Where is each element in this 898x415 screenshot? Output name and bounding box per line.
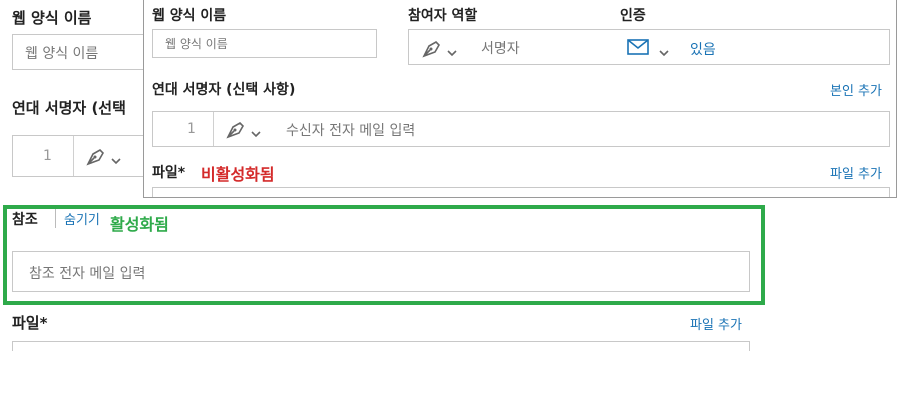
participant-role-value: 서명자 bbox=[481, 41, 520, 57]
file-disabled-annotation: 비활성화됨 bbox=[201, 165, 275, 184]
file-drop-area[interactable] bbox=[12, 341, 750, 351]
web-form-name-input[interactable]: 웹 양식 이름 bbox=[152, 29, 377, 58]
file-drop-area[interactable] bbox=[152, 187, 890, 197]
pen-icon[interactable] bbox=[225, 119, 247, 143]
activated-highlight-box bbox=[3, 205, 765, 305]
add-file-link[interactable]: 파일 추가 bbox=[830, 163, 882, 182]
chevron-down-icon[interactable] bbox=[251, 124, 261, 143]
required-mark: * bbox=[39, 314, 48, 332]
cosigner-row[interactable]: 1 수신자 전자 메일 입력 bbox=[152, 111, 890, 147]
cosigner-row[interactable]: 1 bbox=[12, 135, 152, 177]
participant-role-label: 참여자 역할 bbox=[408, 8, 478, 24]
web-form-name-label: 웹 양식 이름 bbox=[12, 9, 92, 27]
overlay-form-panel: 웹 양식 이름 웹 양식 이름 참여자 역할 인증 서명자 있음 연대 서명자 … bbox=[143, 0, 897, 198]
recipient-email-placeholder: 수신자 전자 메일 입력 bbox=[286, 123, 416, 139]
cosigner-label: 연대 서명자 (신택 사항) bbox=[152, 82, 296, 98]
web-form-name-input[interactable]: 웹 양식 이름 bbox=[12, 34, 152, 70]
file-label: 파일* bbox=[152, 165, 186, 181]
chevron-down-icon[interactable] bbox=[659, 43, 669, 62]
web-form-name-placeholder: 웹 양식 이름 bbox=[25, 46, 99, 62]
role-auth-row: 서명자 있음 bbox=[408, 29, 890, 65]
chevron-down-icon[interactable] bbox=[447, 43, 457, 62]
chevron-down-icon[interactable] bbox=[111, 151, 121, 170]
pen-icon[interactable] bbox=[421, 38, 443, 62]
auth-value: 있음 bbox=[690, 42, 716, 58]
auth-label: 인증 bbox=[620, 8, 646, 24]
pen-icon[interactable] bbox=[85, 146, 107, 170]
cosigner-label: 연대 서명자 (선택 bbox=[12, 99, 126, 117]
cosigner-number: 1 bbox=[43, 148, 52, 164]
add-self-link[interactable]: 본인 추가 bbox=[830, 80, 882, 99]
file-label: 파일* bbox=[12, 314, 48, 332]
envelope-icon[interactable] bbox=[627, 39, 649, 59]
cosigner-number: 1 bbox=[187, 121, 196, 137]
required-mark: * bbox=[177, 165, 186, 181]
add-file-link[interactable]: 파일 추가 bbox=[690, 314, 742, 333]
web-form-name-label: 웹 양식 이름 bbox=[152, 8, 227, 24]
web-form-name-placeholder: 웹 양식 이름 bbox=[165, 37, 228, 51]
